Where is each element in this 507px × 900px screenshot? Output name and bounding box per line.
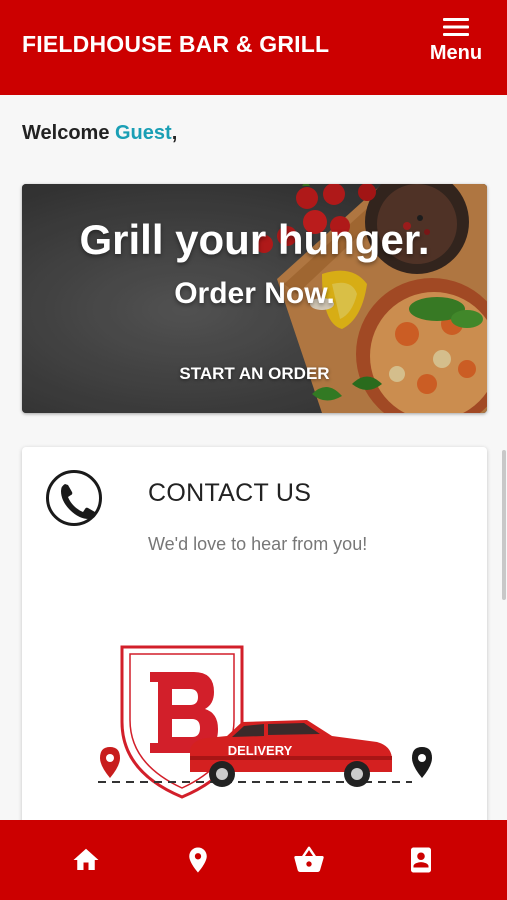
nav-location[interactable] bbox=[174, 836, 222, 884]
hero-banner[interactable]: Grill your hunger. Order Now. START AN O… bbox=[22, 184, 487, 413]
car-delivery-label: DELIVERY bbox=[228, 743, 293, 758]
hero-title: Grill your hunger. bbox=[79, 216, 430, 263]
welcome-message: Welcome Guest, bbox=[22, 122, 177, 145]
home-icon bbox=[73, 848, 99, 870]
basket-icon bbox=[294, 846, 325, 872]
hamburger-icon bbox=[443, 18, 469, 36]
nav-home[interactable] bbox=[62, 836, 110, 884]
brand-title: FIELDHOUSE BAR & GRILL bbox=[22, 31, 330, 57]
welcome-suffix: , bbox=[171, 122, 178, 144]
app-header: FIELDHOUSE BAR & GRILL Menu bbox=[0, 0, 507, 95]
menu-label: Menu bbox=[429, 42, 483, 64]
welcome-user[interactable]: Guest bbox=[115, 122, 172, 144]
scrollbar[interactable] bbox=[502, 450, 506, 600]
start-order-button[interactable]: START AN ORDER bbox=[22, 364, 487, 384]
contact-card[interactable]: CONTACT US We'd love to hear from you! D… bbox=[22, 447, 487, 837]
nav-account[interactable] bbox=[397, 836, 445, 884]
phone-icon bbox=[46, 470, 102, 526]
contact-subtitle: We'd love to hear from you! bbox=[148, 534, 368, 554]
bottom-navigation bbox=[0, 820, 507, 900]
account-icon bbox=[411, 847, 432, 873]
welcome-prefix: Welcome bbox=[22, 122, 115, 144]
delivery-illustration: DELIVERY bbox=[98, 645, 432, 799]
menu-button[interactable]: Menu bbox=[427, 16, 485, 70]
location-pin-icon bbox=[188, 847, 207, 873]
hero-subtitle: Order Now. bbox=[174, 277, 335, 310]
nav-basket[interactable] bbox=[285, 836, 333, 884]
contact-title: CONTACT US bbox=[148, 479, 312, 507]
